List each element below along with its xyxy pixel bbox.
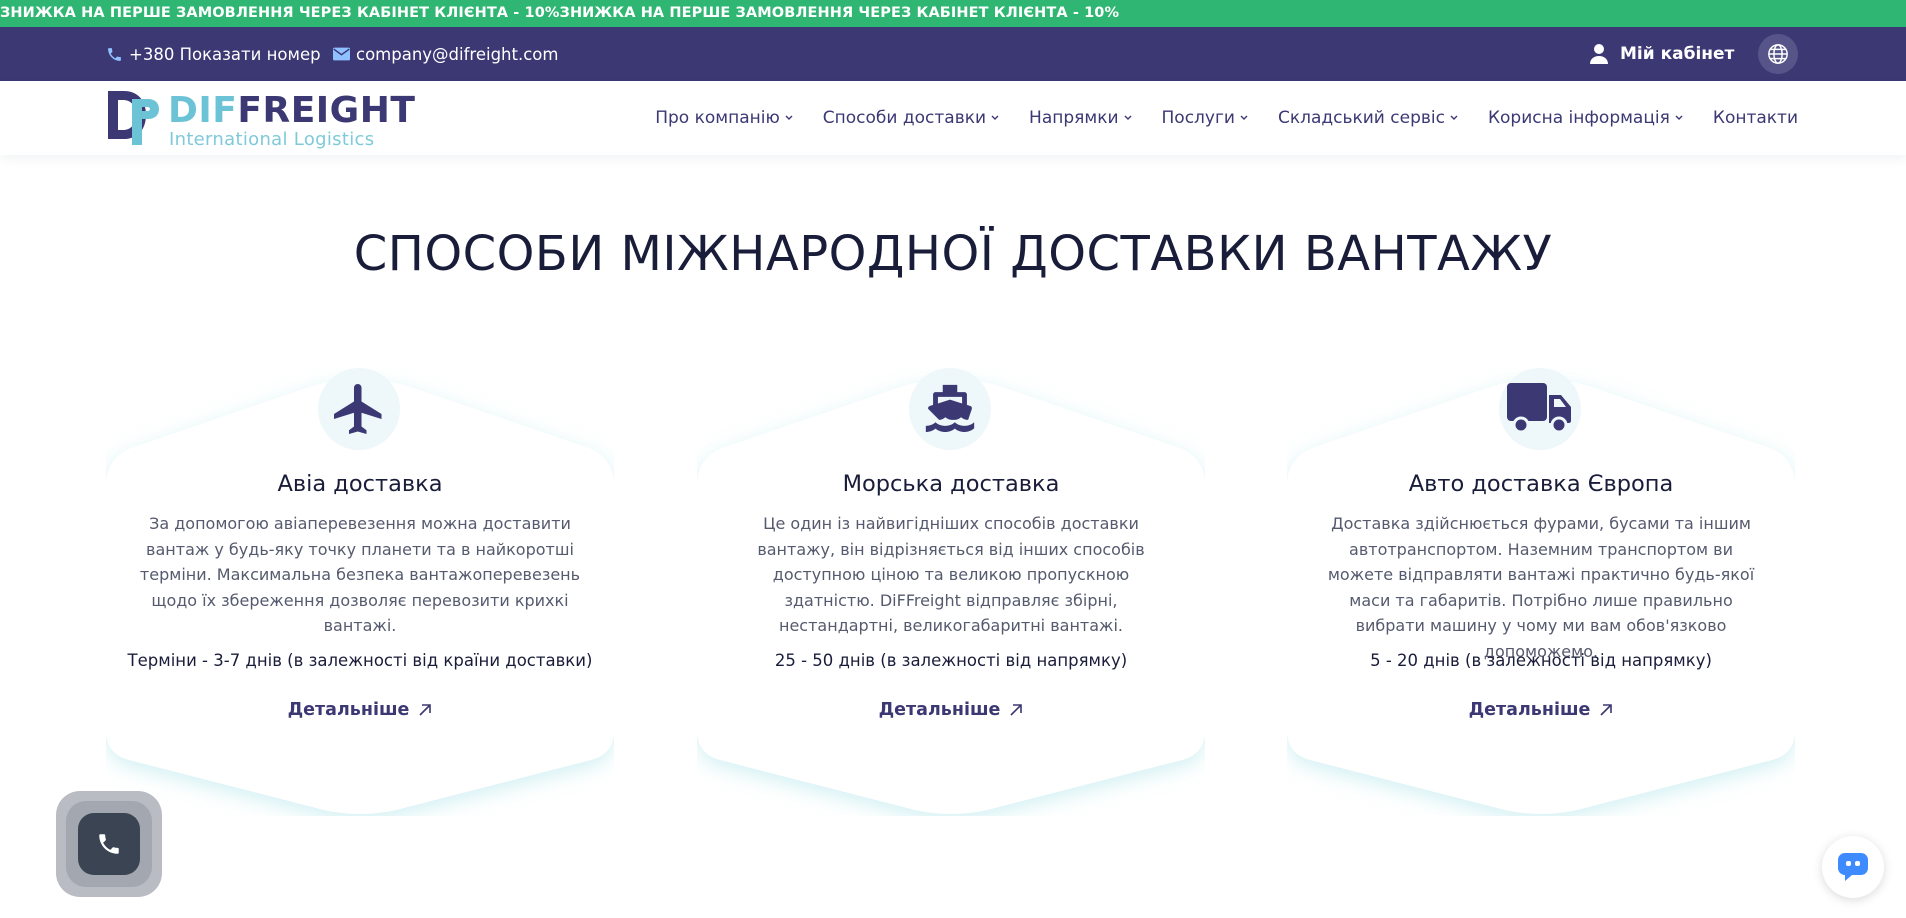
nav-item-directions[interactable]: Напрямки bbox=[1029, 108, 1132, 128]
main-nav: Про компанію Способи доставки Напрямки П… bbox=[625, 81, 1798, 155]
card-description: Доставка здійснюється фурами, бусами та … bbox=[1327, 514, 1755, 661]
card-term: 5 - 20 днів (в залежності від напрямку) bbox=[1370, 651, 1712, 670]
promo-text: ЗНИЖКА НА ПЕРШЕ ЗАМОВЛЕННЯ ЧЕРЕЗ КАБІНЕТ… bbox=[0, 5, 1120, 21]
arrow-up-right-icon bbox=[1010, 704, 1023, 716]
top-bar: +380 Показати номер company@difreight.co… bbox=[0, 27, 1906, 81]
nav-item-delivery-methods[interactable]: Способи доставки bbox=[823, 108, 999, 128]
chevron-down-icon bbox=[991, 115, 999, 120]
chat-button[interactable] bbox=[1822, 836, 1884, 898]
globe-icon bbox=[1768, 44, 1788, 64]
nav-label: Послуги bbox=[1161, 108, 1235, 128]
arrow-up-right-icon bbox=[419, 704, 432, 716]
cabinet-button[interactable]: Мій кабінет bbox=[1590, 27, 1734, 81]
nav-label: Корисна інформація bbox=[1487, 108, 1670, 128]
user-icon bbox=[1590, 44, 1608, 64]
email-link[interactable]: company@difreight.com bbox=[333, 27, 558, 81]
card-description: Це один із найвигідніших способів достав… bbox=[757, 514, 1145, 635]
call-button[interactable] bbox=[78, 813, 140, 875]
main-header: DIFFREIGHT International Logistics Про к… bbox=[0, 81, 1906, 155]
details-link[interactable]: Детальніше bbox=[697, 700, 1205, 720]
logo[interactable]: DIFFREIGHT International Logistics bbox=[106, 89, 415, 150]
nav-label: Напрямки bbox=[1029, 108, 1119, 128]
card-description: За допомогою авіаперевезення можна доста… bbox=[139, 514, 581, 635]
ship-icon bbox=[925, 384, 975, 432]
nav-item-warehouse[interactable]: Складський сервіс bbox=[1278, 108, 1458, 128]
details-label: Детальніше bbox=[878, 700, 1001, 720]
plane-icon-badge bbox=[318, 368, 400, 450]
nav-label: Контакти bbox=[1712, 108, 1798, 128]
card-term: Терміни - 3-7 днів (в залежності від кра… bbox=[127, 651, 593, 670]
chevron-down-icon bbox=[1450, 115, 1458, 120]
promo-ticker: ЗНИЖКА НА ПЕРШЕ ЗАМОВЛЕННЯ ЧЕРЕЗ КАБІНЕТ… bbox=[0, 0, 1906, 27]
mail-icon bbox=[333, 47, 350, 61]
truck-icon bbox=[1507, 383, 1571, 434]
logo-mark-icon bbox=[108, 91, 159, 145]
nav-item-about[interactable]: Про компанію bbox=[655, 108, 793, 128]
cabinet-label: Мій кабінет bbox=[1620, 44, 1735, 64]
email-text: company@difreight.com bbox=[356, 44, 559, 64]
call-widget bbox=[56, 791, 162, 897]
delivery-card-sea: Морська доставка Це один із найвигідніши… bbox=[697, 368, 1205, 816]
ship-icon-badge bbox=[909, 368, 991, 450]
phone-icon bbox=[99, 834, 119, 854]
nav-item-services[interactable]: Послуги bbox=[1162, 108, 1248, 128]
logo-subtitle: International Logistics bbox=[169, 129, 375, 150]
delivery-card-air: Авіа доставка За допомогою авіаперевезен… bbox=[106, 368, 614, 816]
delivery-card-truck: Авто доставка Європа Доставка здійснюєть… bbox=[1287, 368, 1795, 816]
language-button[interactable] bbox=[1758, 34, 1798, 74]
logo-dif: DIF bbox=[168, 90, 238, 131]
logo-freight: FREIGHT bbox=[237, 90, 416, 131]
details-label: Детальніше bbox=[1468, 700, 1591, 720]
nav-label: Про компанію bbox=[655, 108, 780, 128]
card-title: Морська доставка bbox=[842, 471, 1060, 497]
chat-icon bbox=[1838, 853, 1868, 881]
page-title: СПОСОБИ МІЖНАРОДНОЇ ДОСТАВКИ ВАНТАЖУ bbox=[353, 226, 1553, 282]
details-link[interactable]: Детальніше bbox=[106, 700, 614, 720]
nav-label: Складський сервіс bbox=[1277, 108, 1445, 128]
phone-icon bbox=[108, 47, 121, 61]
call-widget-ring bbox=[66, 801, 152, 887]
nav-item-contacts[interactable]: Контакти bbox=[1713, 108, 1798, 128]
truck-icon-badge bbox=[1499, 368, 1581, 450]
nav-item-useful-info[interactable]: Корисна інформація bbox=[1488, 108, 1683, 128]
plane-icon bbox=[334, 384, 382, 434]
card-title: Авто доставка Європа bbox=[1408, 471, 1674, 497]
chevron-down-icon bbox=[1675, 115, 1683, 120]
details-link[interactable]: Детальніше bbox=[1287, 700, 1795, 720]
card-title: Авіа доставка bbox=[277, 471, 443, 497]
logo-name: DIFFREIGHT bbox=[168, 92, 415, 130]
phone-link[interactable]: +380 Показати номер bbox=[106, 27, 321, 81]
card-term: 25 - 50 днів (в залежності від напрямку) bbox=[774, 651, 1128, 670]
chevron-down-icon bbox=[1240, 115, 1248, 120]
arrow-up-right-icon bbox=[1600, 704, 1613, 716]
phone-text: +380 Показати номер bbox=[129, 44, 321, 64]
details-label: Детальніше bbox=[287, 700, 410, 720]
chevron-down-icon bbox=[1124, 115, 1132, 120]
chevron-down-icon bbox=[785, 115, 793, 120]
nav-label: Способи доставки bbox=[822, 108, 987, 128]
